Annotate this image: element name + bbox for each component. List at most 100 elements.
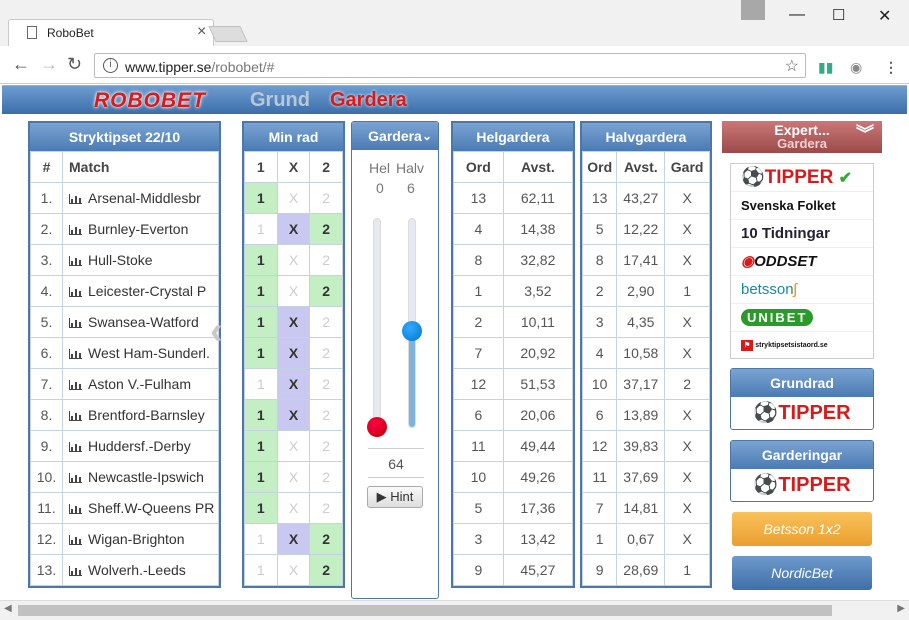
chart-extension-icon[interactable]: ▮▮ — [818, 59, 833, 76]
match-cell[interactable]: Burnley-Everton — [62, 213, 219, 245]
match-cell[interactable]: Arsenal-Middlesbr — [62, 182, 219, 214]
match-cell[interactable]: Leicester-Crystal P — [62, 275, 219, 307]
maximize-button[interactable]: ☐ — [832, 6, 845, 24]
hel-slider-knob[interactable] — [367, 417, 387, 437]
nav-grund[interactable]: Grund — [250, 89, 310, 112]
expert-button[interactable]: Expert... Gardera ︾ — [722, 121, 882, 153]
scroll-right-icon[interactable]: ▶ — [897, 603, 905, 614]
pick-x-cell[interactable]: X — [276, 554, 311, 586]
pick-1-cell[interactable]: 1 — [244, 337, 278, 369]
match-cell[interactable]: Brentford-Barnsley — [62, 399, 219, 431]
grundrad-tipper-logo[interactable]: ⚽TIPPER — [731, 397, 873, 429]
pick-2-cell[interactable]: 2 — [309, 461, 343, 493]
pick-x-cell[interactable]: X — [276, 182, 311, 214]
stats-icon[interactable] — [69, 442, 82, 452]
url-field[interactable]: i www.tipper.se/robobet/# ☆ — [94, 53, 806, 78]
stats-icon[interactable] — [69, 194, 82, 204]
pick-x-cell[interactable]: X — [276, 337, 311, 369]
hel-slider[interactable] — [367, 218, 387, 437]
pick-2-cell[interactable]: 2 — [309, 275, 343, 307]
halv-slider-knob[interactable] — [402, 321, 422, 341]
scroll-left-icon[interactable]: ◀ — [4, 603, 12, 614]
betsson-1x2-button[interactable]: Betsson 1x2 — [732, 512, 872, 546]
stats-icon[interactable] — [69, 411, 82, 421]
pick-2-cell[interactable]: 2 — [309, 430, 343, 462]
match-cell[interactable]: West Ham-Sunderl. — [62, 337, 219, 369]
match-cell[interactable]: Huddersf.-Derby — [62, 430, 219, 462]
pick-2-cell[interactable]: 2 — [309, 523, 343, 555]
browser-tab[interactable]: RoboBet × — [8, 19, 214, 46]
brand-tipper[interactable]: ⚽TIPPER ✔ — [731, 164, 873, 192]
menu-icon[interactable]: ⋮ — [884, 59, 898, 76]
new-tab-button[interactable] — [208, 26, 248, 42]
stats-icon[interactable] — [69, 504, 82, 514]
brand-unibet[interactable]: UNIBET — [731, 304, 873, 332]
pick-1-cell[interactable]: 1 — [244, 523, 278, 555]
nav-gardera[interactable]: Gardera — [330, 89, 407, 112]
pick-x-cell[interactable]: X — [276, 368, 311, 400]
close-tab-icon[interactable]: × — [197, 23, 206, 41]
close-window-button[interactable]: ✕ — [878, 6, 891, 26]
pick-x-cell[interactable]: X — [276, 244, 311, 276]
pick-x-cell[interactable]: X — [276, 213, 311, 245]
pick-2-cell[interactable]: 2 — [309, 213, 343, 245]
brand-svenska-folket[interactable]: Svenska Folket — [731, 192, 873, 220]
stats-icon[interactable] — [69, 225, 82, 235]
stats-icon[interactable] — [69, 566, 82, 576]
pick-x-cell[interactable]: X — [276, 306, 311, 338]
pick-x-cell[interactable]: X — [276, 275, 311, 307]
pick-x-cell[interactable]: X — [276, 461, 311, 493]
pick-1-cell[interactable]: 1 — [244, 182, 278, 214]
pick-2-cell[interactable]: 2 — [309, 368, 343, 400]
extension-icon[interactable]: ◉ — [850, 59, 862, 76]
reload-icon[interactable]: ↻ — [67, 54, 82, 75]
pick-2-cell[interactable]: 2 — [309, 182, 343, 214]
pick-1-cell[interactable]: 1 — [244, 306, 278, 338]
previous-arrow-icon[interactable]: ‹ — [210, 310, 223, 353]
pick-1-cell[interactable]: 1 — [244, 275, 278, 307]
pick-1-cell[interactable]: 1 — [244, 399, 278, 431]
stats-icon[interactable] — [69, 287, 82, 297]
pick-1-cell[interactable]: 1 — [244, 213, 278, 245]
forward-icon[interactable]: → — [40, 54, 58, 75]
pick-2-cell[interactable]: 2 — [309, 244, 343, 276]
brand-betsson[interactable]: betssonʃ — [731, 276, 873, 304]
garderingar-tipper-logo[interactable]: ⚽TIPPER — [731, 469, 873, 501]
pick-2-cell[interactable]: 2 — [309, 306, 343, 338]
stats-icon[interactable] — [69, 473, 82, 483]
stats-icon[interactable] — [69, 256, 82, 266]
nordicbet-button[interactable]: NordicBet — [732, 556, 872, 590]
pick-x-cell[interactable]: X — [276, 523, 311, 555]
pick-2-cell[interactable]: 2 — [309, 399, 343, 431]
match-cell[interactable]: Aston V.-Fulham — [62, 368, 219, 400]
gardera-title[interactable]: Gardera ⌄ — [352, 122, 438, 150]
back-icon[interactable]: ← — [12, 54, 30, 75]
brand-oddset[interactable]: ◉ODDSET — [731, 248, 873, 276]
robobet-logo[interactable]: ROBOBET — [94, 89, 206, 113]
pick-1-cell[interactable]: 1 — [244, 461, 278, 493]
stats-icon[interactable] — [69, 318, 82, 328]
pick-2-cell[interactable]: 2 — [309, 554, 343, 586]
pick-1-cell[interactable]: 1 — [244, 244, 278, 276]
pick-1-cell[interactable]: 1 — [244, 368, 278, 400]
pick-x-cell[interactable]: X — [276, 430, 311, 462]
pick-1-cell[interactable]: 1 — [244, 492, 278, 524]
minimize-button[interactable]: — — [789, 6, 805, 24]
stats-icon[interactable] — [69, 380, 82, 390]
hint-button[interactable]: ▶ Hint — [367, 486, 423, 508]
pick-2-cell[interactable]: 2 — [309, 337, 343, 369]
scrollbar-thumb[interactable] — [18, 605, 832, 616]
bookmark-star-icon[interactable]: ☆ — [785, 56, 799, 76]
horizontal-scrollbar[interactable]: ◀ ▶ — [0, 600, 909, 620]
pick-1-cell[interactable]: 1 — [244, 554, 278, 586]
match-cell[interactable]: Sheff.W-Queens PR — [62, 492, 219, 524]
profile-icon[interactable] — [741, 0, 765, 20]
match-cell[interactable]: Swansea-Watford — [62, 306, 219, 338]
pick-2-cell[interactable]: 2 — [309, 492, 343, 524]
chevron-down-icon[interactable]: ⌄ — [422, 122, 432, 150]
match-cell[interactable]: Hull-Stoke — [62, 244, 219, 276]
pick-x-cell[interactable]: X — [276, 399, 311, 431]
brand-10-tidningar[interactable]: 10 Tidningar — [731, 220, 873, 248]
stats-icon[interactable] — [69, 535, 82, 545]
pick-x-cell[interactable]: X — [276, 492, 311, 524]
